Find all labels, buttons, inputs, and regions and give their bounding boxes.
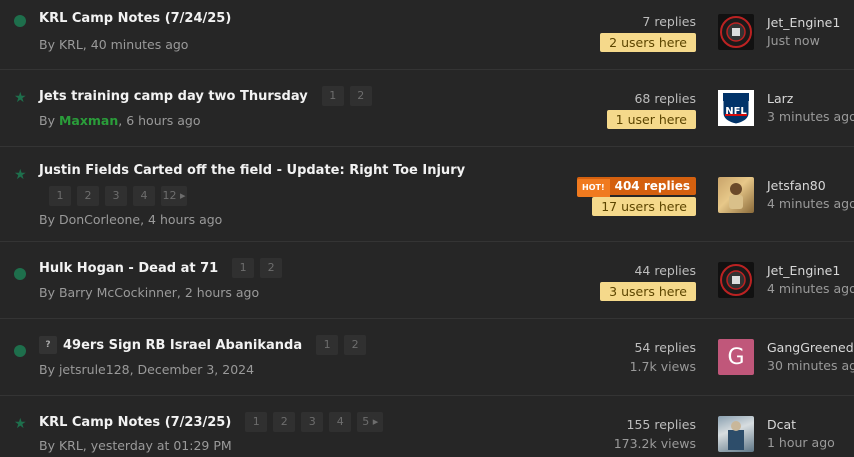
page-link[interactable]: 3 <box>105 186 127 206</box>
last-poster-link[interactable]: Larz <box>767 90 854 108</box>
page-link[interactable]: 3 <box>301 412 324 432</box>
topic-title-link[interactable]: KRL Camp Notes (7/24/25) <box>39 11 231 26</box>
reply-count: 404 replies <box>614 179 690 193</box>
reply-count: 68 replies <box>634 91 696 106</box>
last-poster-link[interactable]: Jet_Engine1 <box>767 262 854 280</box>
unread-dot-icon <box>14 15 26 27</box>
krl-logo-icon[interactable] <box>718 262 754 298</box>
unread-dot-icon <box>14 345 26 357</box>
page-link[interactable]: 2 <box>273 412 296 432</box>
topic-title-link[interactable]: KRL Camp Notes (7/23/25) <box>39 415 231 430</box>
last-poster-link[interactable]: Jet_Engine1 <box>767 14 840 32</box>
page-link[interactable]: 1 <box>232 258 255 278</box>
reply-count: 155 replies <box>626 417 696 432</box>
topic-row: ★ Jets training camp day two Thursday 1 … <box>0 70 854 147</box>
last-poster-link[interactable]: Jetsfan80 <box>767 177 854 195</box>
hot-badge: HOT! 404 replies <box>577 177 696 197</box>
reply-count: 44 replies <box>634 263 696 278</box>
topic-row: ? 49ers Sign RB Israel Abanikanda 1 2 By… <box>0 319 854 396</box>
last-post-time[interactable]: 1 hour ago <box>767 434 835 452</box>
last-post-time[interactable]: 4 minutes ago <box>767 195 854 213</box>
page-link[interactable]: 2 <box>77 186 99 206</box>
star-icon: ★ <box>14 416 27 432</box>
unread-dot-icon <box>14 268 26 280</box>
page-link[interactable]: 4 <box>133 186 155 206</box>
view-count: 173.2k views <box>613 436 696 451</box>
photo-avatar[interactable] <box>718 177 754 213</box>
page-link[interactable]: 1 <box>321 86 344 106</box>
page-link[interactable]: 1 <box>245 412 268 432</box>
star-icon: ★ <box>14 90 27 106</box>
page-link[interactable]: 1 <box>49 186 71 206</box>
krl-logo-icon[interactable] <box>718 14 754 50</box>
last-page-link[interactable]: 5 ▸ <box>357 412 384 432</box>
last-post-time[interactable]: 30 minutes ago <box>767 357 854 375</box>
last-post-time[interactable]: 3 minutes ago <box>767 108 854 126</box>
users-here-badge: 3 users here <box>600 282 696 301</box>
last-poster-link[interactable]: Dcat <box>767 416 835 434</box>
users-here-badge: 17 users here <box>592 197 696 216</box>
page-link[interactable]: 4 <box>329 412 352 432</box>
page-link[interactable]: 1 <box>316 335 339 355</box>
author-link[interactable]: Maxman <box>59 113 118 128</box>
topic-byline: By KRL, yesterday at 01:29 PM <box>39 438 232 453</box>
question-prefix-icon: ? <box>39 336 57 354</box>
topic-title-link[interactable]: Jets training camp day two Thursday <box>39 89 308 104</box>
topic-byline: By KRL, 40 minutes ago <box>39 37 189 52</box>
reply-count: 54 replies <box>634 340 696 355</box>
topic-byline: By jetsrule128, December 3, 2024 <box>39 362 255 377</box>
photo-avatar[interactable] <box>718 416 754 452</box>
reply-count: 7 replies <box>642 14 696 29</box>
users-here-badge: 2 users here <box>600 33 696 52</box>
topic-title-link[interactable]: Hulk Hogan - Dead at 71 <box>39 261 218 276</box>
star-icon: ★ <box>14 167 27 183</box>
topic-row: Hulk Hogan - Dead at 71 1 2 By Barry McC… <box>0 242 854 319</box>
topic-row: KRL Camp Notes (7/24/25) By KRL, 40 minu… <box>0 0 854 70</box>
topic-title-link[interactable]: Justin Fields Carted off the field - Upd… <box>39 163 465 178</box>
nfl-logo-icon[interactable]: NFL <box>718 90 754 126</box>
topic-byline: By Barry McCockinner, 2 hours ago <box>39 285 260 300</box>
topic-row: ★ Justin Fields Carted off the field - U… <box>0 147 854 242</box>
users-here-badge: 1 user here <box>606 110 696 129</box>
page-link[interactable]: 2 <box>260 258 283 278</box>
page-link[interactable]: 2 <box>344 335 367 355</box>
letter-avatar[interactable]: G <box>718 339 754 375</box>
last-page-link[interactable]: 12 ▸ <box>161 186 187 206</box>
last-poster-link[interactable]: GangGreened <box>767 339 854 357</box>
topic-title-link[interactable]: 49ers Sign RB Israel Abanikanda <box>63 338 302 353</box>
topic-row: ★ KRL Camp Notes (7/23/25) 1 2 3 4 5 ▸ B… <box>0 396 854 457</box>
topic-byline: By Maxman, 6 hours ago <box>39 113 201 128</box>
topic-byline: By DonCorleone, 4 hours ago <box>39 212 223 227</box>
last-post-time[interactable]: Just now <box>767 32 840 50</box>
view-count: 1.7k views <box>629 359 696 374</box>
page-link[interactable]: 2 <box>349 86 372 106</box>
last-post-time[interactable]: 4 minutes ago <box>767 280 854 298</box>
